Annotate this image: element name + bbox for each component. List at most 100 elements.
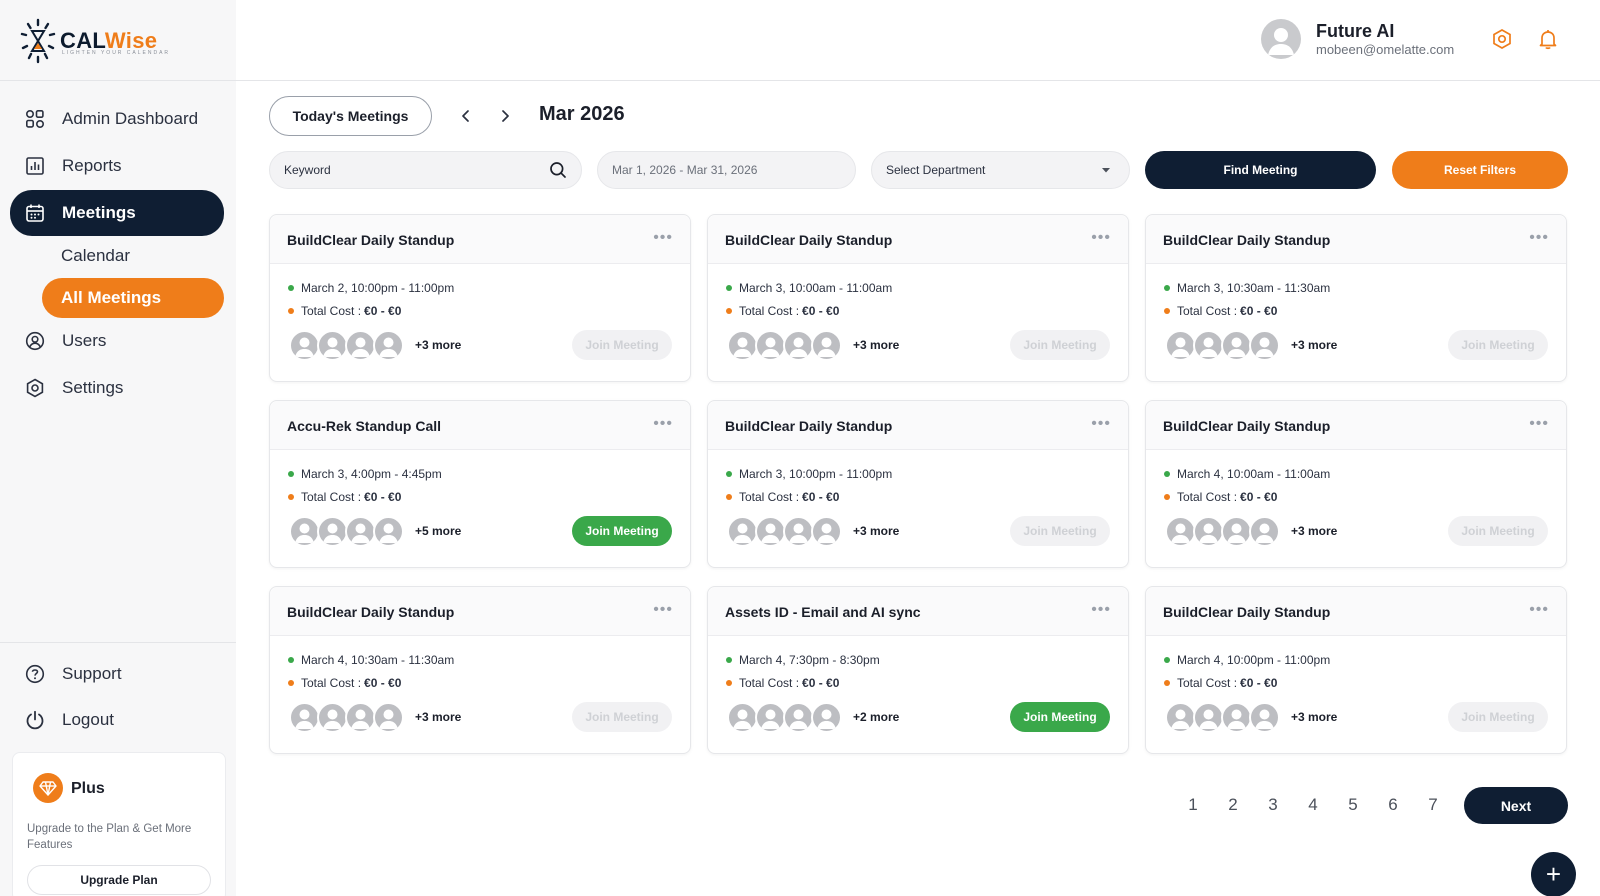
cost-dot — [1164, 494, 1170, 500]
more-options-icon[interactable]: ••• — [1529, 415, 1549, 433]
attendee-avatars[interactable]: +3 more — [727, 329, 899, 361]
brand-logo[interactable]: CALWise LIGHTEN YOUR CALENDAR — [20, 18, 168, 64]
page-number[interactable]: 7 — [1423, 795, 1443, 815]
more-attendees-count: +5 more — [415, 524, 462, 538]
next-month-button[interactable] — [493, 104, 517, 128]
cost-dot — [1164, 680, 1170, 686]
sidebar-subitem-label: All Meetings — [61, 288, 162, 307]
todays-meetings-button[interactable]: Today's Meetings — [269, 96, 432, 136]
sidebar-subitem-all-meetings[interactable]: All Meetings — [42, 278, 224, 318]
more-attendees-count: +3 more — [415, 710, 462, 724]
department-select[interactable]: Select Department — [871, 151, 1130, 189]
attendee-avatars[interactable]: +3 more — [1165, 515, 1337, 547]
page-number[interactable]: 5 — [1343, 795, 1363, 815]
meeting-card-header: BuildClear Daily Standup ••• — [708, 215, 1128, 264]
page-number[interactable]: 6 — [1383, 795, 1403, 815]
more-options-icon[interactable]: ••• — [1529, 601, 1549, 619]
meeting-card-header: BuildClear Daily Standup ••• — [270, 215, 690, 264]
more-options-icon[interactable]: ••• — [653, 415, 673, 433]
attendee-avatars[interactable]: +2 more — [727, 701, 899, 733]
meeting-card[interactable]: BuildClear Daily Standup ••• March 4, 10:0… — [1145, 400, 1567, 568]
status-dot — [288, 657, 294, 663]
sidebar-item-meetings[interactable]: Meetings — [10, 190, 224, 236]
meeting-time: March 4, 7:30pm - 8:30pm — [726, 653, 880, 667]
more-options-icon[interactable]: ••• — [1091, 601, 1111, 619]
meeting-card[interactable]: BuildClear Daily Standup ••• March 2, 10:0… — [269, 214, 691, 382]
meeting-card[interactable]: BuildClear Daily Standup ••• March 3, 10:3… — [1145, 214, 1567, 382]
join-meeting-button[interactable]: Join Meeting — [1010, 330, 1110, 360]
sidebar-item-label: Settings — [62, 378, 124, 397]
join-meeting-button[interactable]: Join Meeting — [1448, 516, 1548, 546]
attendee-avatar-icon — [289, 329, 320, 361]
user-avatar[interactable] — [1261, 19, 1301, 59]
join-meeting-button[interactable]: Join Meeting — [1448, 330, 1548, 360]
join-meeting-button[interactable]: Join Meeting — [572, 702, 672, 732]
attendee-avatars[interactable]: +3 more — [727, 515, 899, 547]
more-options-icon[interactable]: ••• — [1529, 229, 1549, 247]
meeting-card[interactable]: Accu-Rek Standup Call ••• March 3, 4:00pm … — [269, 400, 691, 568]
meeting-title: BuildClear Daily Standup — [725, 418, 893, 434]
join-meeting-button[interactable]: Join Meeting — [1010, 702, 1110, 732]
meeting-card[interactable]: BuildClear Daily Standup ••• March 3, 10:0… — [707, 400, 1129, 568]
sidebar-item-label: Admin Dashboard — [62, 109, 199, 128]
cost-dot — [726, 680, 732, 686]
sidebar-item-logout[interactable]: Logout — [10, 698, 224, 742]
caret-down-icon — [1097, 161, 1115, 179]
meeting-cost-value: €0 - €0 — [1240, 304, 1278, 318]
meeting-cost: Total Cost : €0 - €0 — [288, 490, 401, 504]
sidebar-subitem-calendar[interactable]: Calendar — [42, 236, 224, 276]
meeting-card[interactable]: BuildClear Daily Standup ••• March 4, 10:0… — [1145, 586, 1567, 754]
page-number[interactable]: 2 — [1223, 795, 1243, 815]
meeting-cost-label: Total Cost : — [739, 490, 800, 504]
previous-month-button[interactable] — [454, 104, 478, 128]
meeting-card[interactable]: Assets ID - Email and AI sync ••• March 4,… — [707, 586, 1129, 754]
attendee-avatar-icon — [373, 329, 404, 361]
page-number[interactable]: 3 — [1263, 795, 1283, 815]
brand-tagline: LIGHTEN YOUR CALENDAR — [62, 50, 171, 56]
more-options-icon[interactable]: ••• — [653, 601, 673, 619]
join-meeting-button[interactable]: Join Meeting — [1010, 516, 1110, 546]
join-meeting-button[interactable]: Join Meeting — [1448, 702, 1548, 732]
attendee-avatars[interactable]: +5 more — [289, 515, 461, 547]
reset-filters-button[interactable]: Reset Filters — [1392, 151, 1568, 189]
page-number[interactable]: 1 — [1183, 795, 1203, 815]
status-dot — [288, 285, 294, 291]
attendee-avatars[interactable]: +3 more — [1165, 329, 1337, 361]
meeting-time: March 4, 10:30am - 11:30am — [288, 653, 454, 667]
meeting-title: BuildClear Daily Standup — [287, 232, 455, 248]
page-number[interactable]: 4 — [1303, 795, 1323, 815]
search-icon[interactable] — [549, 161, 567, 179]
attendee-avatars[interactable]: +3 more — [289, 701, 461, 733]
sidebar-item-support[interactable]: Support — [10, 652, 224, 696]
attendee-avatars[interactable]: +3 more — [1165, 701, 1337, 733]
sidebar-item-settings[interactable]: Settings — [10, 366, 224, 410]
header-divider — [236, 80, 1600, 81]
more-options-icon[interactable]: ••• — [653, 229, 673, 247]
hourglass-sun-icon — [20, 18, 56, 64]
meeting-card[interactable]: BuildClear Daily Standup ••• March 3, 10:0… — [707, 214, 1129, 382]
more-options-icon[interactable]: ••• — [1091, 229, 1111, 247]
more-options-icon[interactable]: ••• — [1091, 415, 1111, 433]
sidebar-item-users[interactable]: Users — [10, 319, 224, 363]
sidebar-item-label: Logout — [62, 710, 114, 729]
status-dot — [726, 285, 732, 291]
meeting-title: BuildClear Daily Standup — [1163, 418, 1331, 434]
date-range-field[interactable]: Mar 1, 2026 - Mar 31, 2026 — [597, 151, 856, 189]
join-meeting-button[interactable]: Join Meeting — [572, 330, 672, 360]
next-page-button[interactable]: Next — [1464, 787, 1568, 824]
sidebar-item-admin-dashboard[interactable]: Admin Dashboard — [10, 97, 224, 141]
keyword-search-input[interactable]: Keyword — [269, 151, 582, 189]
sidebar-item-reports[interactable]: Reports — [10, 144, 224, 188]
attendee-avatars[interactable]: +3 more — [289, 329, 461, 361]
cost-dot — [288, 494, 294, 500]
meeting-cost-value: €0 - €0 — [364, 304, 402, 318]
meeting-cost: Total Cost : €0 - €0 — [726, 676, 839, 690]
join-meeting-button[interactable]: Join Meeting — [572, 516, 672, 546]
meeting-card[interactable]: BuildClear Daily Standup ••• March 4, 10:3… — [269, 586, 691, 754]
find-meeting-button[interactable]: Find Meeting — [1145, 151, 1376, 189]
settings-hex-icon[interactable] — [1490, 27, 1514, 51]
add-meeting-button[interactable]: + — [1531, 852, 1576, 896]
attendee-avatar-icon — [1193, 329, 1224, 361]
upgrade-plan-button[interactable]: Upgrade Plan — [27, 865, 211, 895]
notification-bell-icon[interactable] — [1536, 27, 1560, 51]
